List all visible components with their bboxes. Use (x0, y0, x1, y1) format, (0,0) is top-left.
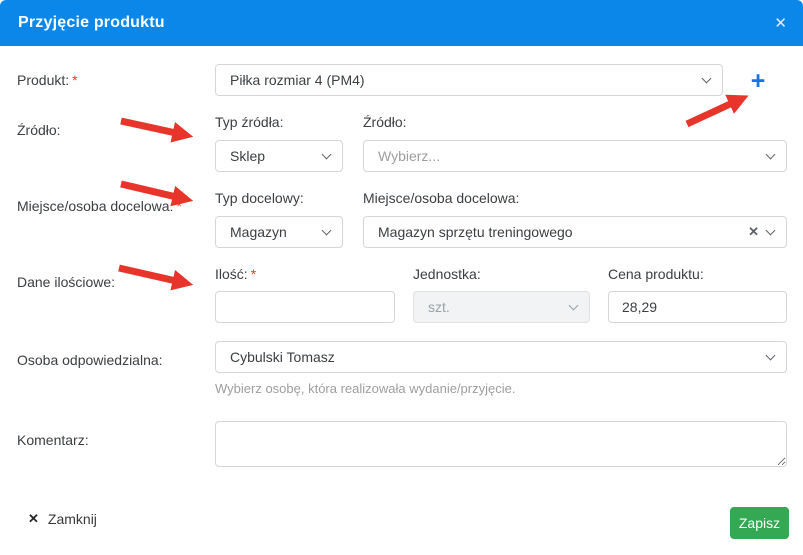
unit-select: szt. (413, 291, 590, 323)
destination-place-label: Miejsce/osoba docelowa: (363, 190, 519, 206)
destination-type-label: Typ docelowy: (215, 190, 304, 206)
close-button-label: Zamknij (48, 511, 97, 527)
close-button[interactable]: ✕ Zamknij (28, 511, 97, 527)
source-type-label: Typ źródła: (215, 114, 283, 130)
chevron-down-icon (766, 225, 776, 235)
source-row-label: Źródło: (17, 122, 61, 138)
product-select[interactable]: Piłka rozmiar 4 (PM4) (215, 64, 723, 96)
add-product-button[interactable]: + (744, 66, 772, 96)
required-asterisk: * (251, 266, 256, 282)
chevron-down-icon (766, 350, 776, 360)
responsible-row-label: Osoba odpowiedzialna: (17, 352, 163, 368)
modal-header: Przyjęcie produktu ✕ (0, 0, 803, 46)
required-asterisk: * (72, 72, 77, 88)
destination-type-select[interactable]: Magazyn (215, 216, 343, 248)
source-type-select[interactable]: Sklep (215, 140, 343, 172)
source-select[interactable]: Wybierz... (363, 140, 787, 172)
chevron-down-icon (569, 300, 579, 310)
responsible-select[interactable]: Cybulski Tomasz (215, 341, 787, 373)
required-asterisk: * (176, 198, 181, 214)
unit-label: Jednostka: (413, 266, 481, 282)
product-row-label: Produkt:* (17, 72, 78, 88)
chevron-down-icon (322, 225, 332, 235)
clear-icon[interactable]: ✕ (748, 224, 759, 240)
responsible-helper-text: Wybierz osobę, która realizowała wydanie… (215, 381, 515, 396)
close-icon[interactable]: ✕ (774, 16, 787, 31)
modal-title: Przyjęcie produktu (18, 14, 165, 32)
price-label: Cena produktu: (608, 266, 704, 282)
destination-row-label: Miejsce/osoba docelowa:* (17, 198, 182, 214)
save-button[interactable]: Zapisz (730, 507, 789, 539)
annotation-arrow-source (121, 121, 185, 135)
annotation-arrow-amount (119, 268, 185, 283)
product-receipt-modal: Przyjęcie produktu ✕ Produkt:* Piłka roz… (0, 0, 803, 555)
chevron-down-icon (702, 73, 712, 83)
annotation-arrow-add-product (687, 99, 741, 124)
destination-select[interactable]: Magazyn sprzętu treningowego ✕ (363, 216, 787, 248)
comment-row-label: Komentarz: (17, 432, 89, 448)
chevron-down-icon (766, 149, 776, 159)
annotation-arrow-destination (121, 184, 185, 199)
chevron-down-icon (322, 149, 332, 159)
source-label: Źródło: (363, 114, 407, 130)
close-x-icon: ✕ (28, 511, 39, 527)
quantity-row-label: Dane ilościowe: (17, 274, 115, 290)
amount-input[interactable] (215, 291, 395, 323)
amount-label: Ilość:* (215, 266, 256, 282)
comment-textarea[interactable] (215, 421, 787, 467)
price-input[interactable] (608, 291, 787, 323)
